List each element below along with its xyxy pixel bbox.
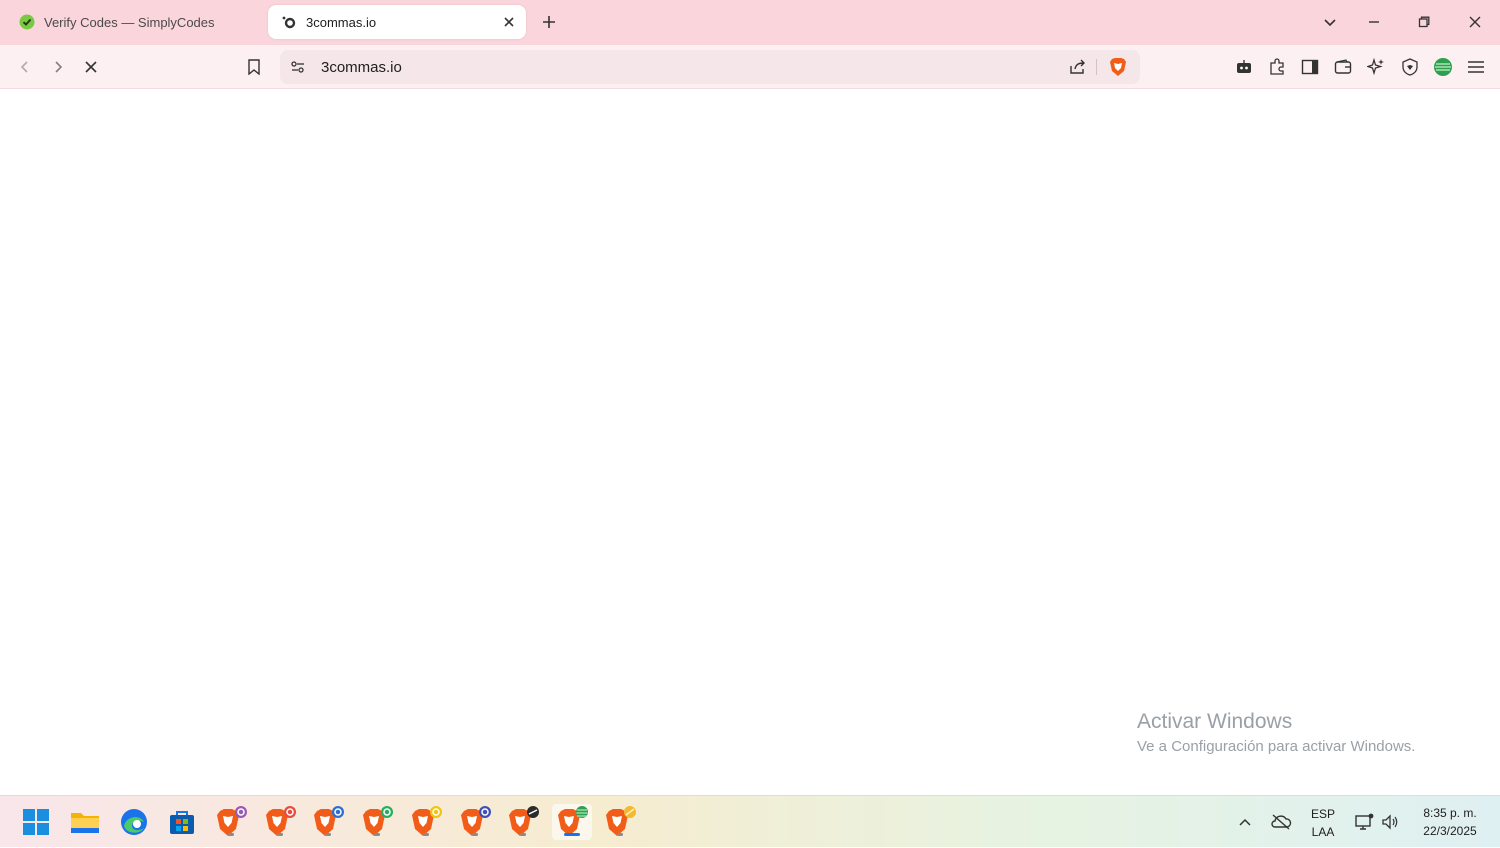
running-indicator [472, 833, 478, 836]
share-icon[interactable] [1066, 55, 1090, 79]
running-indicator [617, 833, 623, 836]
leo-sparkle-icon[interactable] [1364, 55, 1388, 79]
brave-profile-7-icon[interactable] [505, 804, 541, 840]
url-text[interactable]: 3commas.io [321, 59, 402, 76]
running-indicator [325, 833, 331, 836]
running-indicator [277, 833, 283, 836]
windows-start-icon[interactable] [18, 804, 54, 840]
restore-button[interactable] [1412, 10, 1436, 34]
site-settings-icon[interactable] [286, 55, 310, 79]
activate-windows-watermark: Activar Windows Ve a Configuración para … [1137, 710, 1415, 755]
watermark-title: Activar Windows [1137, 710, 1293, 733]
close-window-button[interactable] [1463, 10, 1487, 34]
simplycodes-favicon-icon [18, 13, 36, 31]
brave-profile-9-icon[interactable] [602, 804, 638, 840]
menu-hamburger-icon[interactable] [1464, 55, 1488, 79]
address-bar[interactable]: 3commas.io [280, 50, 1140, 84]
input-language-indicator[interactable]: ESP LAA [1306, 805, 1340, 841]
volume-speaker-icon[interactable] [1379, 796, 1401, 848]
brave-profile-6-icon[interactable] [457, 804, 493, 840]
brave-shields-icon[interactable] [1106, 55, 1130, 79]
file-explorer-icon[interactable] [67, 804, 103, 840]
profile-avatar-icon[interactable] [1431, 55, 1455, 79]
clock[interactable]: 8:35 p. m. 22/3/2025 [1412, 804, 1488, 840]
tab-3commas[interactable]: 3commas.io [268, 5, 526, 39]
close-tab-icon[interactable] [498, 11, 520, 33]
clock-date: 22/3/2025 [1423, 824, 1477, 838]
running-indicator [423, 833, 429, 836]
brave-profile-5-icon[interactable] [408, 804, 444, 840]
brave-profile-3-icon[interactable] [310, 804, 346, 840]
brave-profile-4-icon[interactable] [359, 804, 395, 840]
wallet-icon[interactable] [1331, 55, 1355, 79]
stop-loading-icon[interactable] [79, 55, 103, 79]
language-code: ESP [1310, 807, 1335, 821]
taskbar: ESP LAA 8:35 p. m. 22/3/2025 [0, 795, 1500, 847]
edge-browser-icon[interactable] [116, 804, 152, 840]
active-indicator [564, 833, 580, 836]
running-indicator [374, 833, 380, 836]
title-bar: Verify Codes — SimplyCodes 3commas.io [0, 0, 1500, 45]
back-arrow-icon[interactable] [13, 55, 37, 79]
forward-arrow-icon[interactable] [46, 55, 70, 79]
minimize-button[interactable] [1362, 10, 1386, 34]
address-bar-separator [1096, 59, 1097, 75]
vpn-shield-icon[interactable] [1398, 55, 1422, 79]
extensions-puzzle-icon[interactable] [1265, 55, 1289, 79]
brave-profile-1-icon[interactable] [213, 804, 249, 840]
sidebar-toggle-icon[interactable] [1298, 55, 1322, 79]
tab-search-chevron-icon[interactable] [1318, 10, 1342, 34]
clock-time: 8:35 p. m. [1423, 806, 1477, 820]
leo-ai-bot-icon[interactable] [1232, 55, 1256, 79]
brave-profile-8-icon[interactable] [552, 804, 592, 840]
running-indicator [520, 833, 526, 836]
brave-profile-2-icon[interactable] [262, 804, 298, 840]
tab-label: 3commas.io [306, 14, 377, 30]
watermark-subtitle: Ve a Configuración para activar Windows. [1137, 738, 1416, 755]
loading-spinner-icon [280, 13, 298, 31]
new-tab-button[interactable] [538, 11, 560, 33]
network-icon[interactable] [1352, 796, 1376, 848]
show-hidden-icons-chevron-icon[interactable] [1234, 796, 1256, 848]
browser-toolbar: 3commas.io [0, 45, 1500, 89]
tab-simplycodes[interactable]: Verify Codes — SimplyCodes [8, 5, 258, 39]
keyboard-layout: LAA [1311, 825, 1335, 839]
bookmark-icon[interactable] [242, 55, 266, 79]
onedrive-offline-icon[interactable] [1268, 796, 1294, 848]
running-indicator [228, 833, 234, 836]
microsoft-store-icon[interactable] [164, 804, 200, 840]
page-content [0, 90, 1500, 795]
tab-label: Verify Codes — SimplyCodes [44, 14, 215, 30]
